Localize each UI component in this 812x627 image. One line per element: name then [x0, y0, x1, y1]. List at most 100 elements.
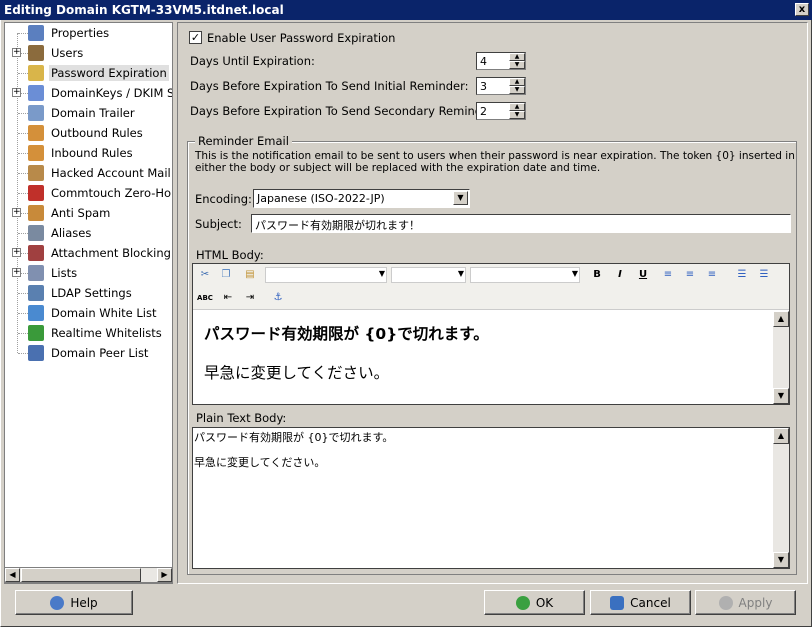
spinner-up-icon[interactable]: ▲ [509, 78, 525, 86]
scroll-down-icon[interactable]: ▼ [773, 552, 789, 568]
tree-item[interactable]: Outbound Rules [5, 123, 172, 143]
apply-button[interactable]: Apply [695, 590, 796, 615]
tree-item[interactable]: Hacked Account Mail Re [5, 163, 172, 183]
tree-item[interactable]: + Attachment Blocking [5, 243, 172, 263]
underline-button[interactable]: U [634, 266, 652, 284]
html-body-editor[interactable]: ✂ ❐ ▤ ▼ ▼ ▼ B I U ≡ ≡ ≡ ☰ ☰ ABC ⇤ ⇥ ⚓ パス… [192, 263, 790, 405]
chevron-down-icon[interactable]: ▼ [453, 191, 468, 205]
secondary-reminder-spinner[interactable]: 2 ▲ ▼ [476, 102, 526, 120]
initial-reminder-value[interactable]: 3 [480, 80, 487, 93]
encoding-select[interactable]: Japanese (ISO-2022-JP) ▼ [253, 189, 470, 208]
tree-item-label[interactable]: LDAP Settings [49, 285, 134, 301]
spinner-down-icon[interactable]: ▼ [509, 61, 525, 69]
tree-item-label[interactable]: Outbound Rules [49, 125, 145, 141]
tree-item-label[interactable]: Inbound Rules [49, 145, 135, 161]
spinner-down-icon[interactable]: ▼ [509, 111, 525, 119]
initial-reminder-spinner[interactable]: 3 ▲ ▼ [476, 77, 526, 95]
cut-icon[interactable]: ✂ [196, 266, 214, 284]
scroll-up-icon[interactable]: ▲ [773, 428, 789, 444]
tree-item[interactable]: Domain Trailer [5, 103, 172, 123]
tree-item[interactable]: Password Expiration [5, 63, 172, 83]
scroll-down-icon[interactable]: ▼ [773, 388, 789, 404]
tree-item[interactable]: LDAP Settings [5, 283, 172, 303]
copy-icon[interactable]: ❐ [217, 266, 235, 284]
tree-item-label[interactable]: Realtime Whitelists [49, 325, 164, 341]
tree-item[interactable]: + Lists [5, 263, 172, 283]
outdent-icon[interactable]: ⇤ [219, 289, 237, 307]
tree-connector-line [18, 193, 28, 194]
numbered-list-icon[interactable]: ☰ [733, 266, 751, 284]
subject-input[interactable]: パスワード有効期限が切れます！ [251, 214, 791, 233]
indent-icon[interactable]: ⇥ [241, 289, 259, 307]
html-body-scrollbar[interactable]: ▲ ▼ [773, 311, 789, 404]
spinner-down-icon[interactable]: ▼ [509, 86, 525, 94]
enable-expiration-checkbox[interactable]: ✓ [189, 31, 202, 44]
scroll-left-button[interactable]: ◀ [5, 568, 20, 582]
tree-item-label[interactable]: Domain Peer List [49, 345, 150, 361]
tree-item-label[interactable]: Aliases [49, 225, 93, 241]
expand-icon[interactable]: + [12, 268, 21, 277]
tree-item[interactable]: + Anti Spam [5, 203, 172, 223]
plain-body-line1[interactable]: パスワード有効期限が {0}で切れます。 [194, 429, 393, 445]
subject-value[interactable]: パスワード有効期限が切れます！ [255, 217, 420, 233]
html-body-line2[interactable]: 早急に変更してください。 [204, 361, 389, 383]
tree-item-label[interactable]: Commtouch Zero-Hour [49, 185, 172, 201]
tree-item[interactable]: Properties [5, 23, 172, 43]
scroll-thumb[interactable] [21, 568, 141, 582]
italic-button[interactable]: I [611, 266, 629, 284]
align-left-icon[interactable]: ≡ [659, 266, 677, 284]
font-size-select[interactable]: ▼ [391, 267, 466, 283]
days-until-value[interactable]: 4 [480, 55, 487, 68]
tree-item[interactable]: Realtime Whitelists [5, 323, 172, 343]
expand-icon[interactable]: + [12, 88, 21, 97]
tree-item-label[interactable]: Anti Spam [49, 205, 112, 221]
paste-icon[interactable]: ▤ [241, 266, 259, 284]
tree-item-label[interactable]: Users [49, 45, 85, 61]
tree-item[interactable]: Inbound Rules [5, 143, 172, 163]
tree-item[interactable]: Commtouch Zero-Hour [5, 183, 172, 203]
cancel-button[interactable]: Cancel [590, 590, 691, 615]
plain-body-textarea[interactable]: パスワード有効期限が {0}で切れます。 早急に変更してください。 ▲ ▼ [192, 427, 790, 569]
spinner-up-icon[interactable]: ▲ [509, 103, 525, 111]
days-until-label: Days Until Expiration: [190, 54, 315, 68]
tree-item[interactable]: Domain Peer List [5, 343, 172, 363]
bold-button[interactable]: B [588, 266, 606, 284]
days-until-spinner[interactable]: 4 ▲ ▼ [476, 52, 526, 70]
tree-connector-line [18, 293, 28, 294]
users-icon [28, 45, 44, 61]
chevron-down-icon: ▼ [378, 269, 385, 278]
tree-item-label[interactable]: Properties [49, 25, 111, 41]
tree-item-label[interactable]: Password Expiration [49, 65, 169, 81]
scroll-right-button[interactable]: ▶ [157, 568, 172, 582]
help-button[interactable]: Help [15, 590, 133, 615]
tree-item[interactable]: + DomainKeys / DKIM Sig [5, 83, 172, 103]
expand-icon[interactable]: + [12, 208, 21, 217]
tree-horizontal-scrollbar[interactable]: ◀ ▶ [4, 567, 173, 583]
align-center-icon[interactable]: ≡ [681, 266, 699, 284]
bullet-list-icon[interactable]: ☰ [755, 266, 773, 284]
align-right-icon[interactable]: ≡ [703, 266, 721, 284]
plain-body-line2[interactable]: 早急に変更してください。 [194, 454, 325, 470]
font-name-select[interactable]: ▼ [265, 267, 387, 283]
format-select[interactable]: ▼ [470, 267, 580, 283]
tree-item-label[interactable]: Attachment Blocking [49, 245, 172, 261]
ok-button[interactable]: OK [484, 590, 585, 615]
secondary-reminder-value[interactable]: 2 [480, 105, 487, 118]
expand-icon[interactable]: + [12, 248, 21, 257]
spellcheck-button[interactable]: ABC [196, 289, 214, 307]
tree-item[interactable]: Aliases [5, 223, 172, 243]
tree-item-label[interactable]: DomainKeys / DKIM Sig [49, 85, 172, 101]
tree-item-label[interactable]: Hacked Account Mail Re [49, 165, 172, 181]
tree-item[interactable]: Domain White List [5, 303, 172, 323]
html-body-line1[interactable]: パスワード有効期限が {0}で切れます。 [204, 322, 489, 344]
close-icon[interactable]: x [795, 3, 809, 16]
spinner-up-icon[interactable]: ▲ [509, 53, 525, 61]
tree-item[interactable]: + Users [5, 43, 172, 63]
tree-item-label[interactable]: Domain White List [49, 305, 158, 321]
tree-item-label[interactable]: Lists [49, 265, 79, 281]
anchor-icon[interactable]: ⚓ [269, 289, 287, 307]
plain-body-scrollbar[interactable]: ▲ ▼ [773, 428, 789, 568]
expand-icon[interactable]: + [12, 48, 21, 57]
scroll-up-icon[interactable]: ▲ [773, 311, 789, 327]
tree-item-label[interactable]: Domain Trailer [49, 105, 137, 121]
